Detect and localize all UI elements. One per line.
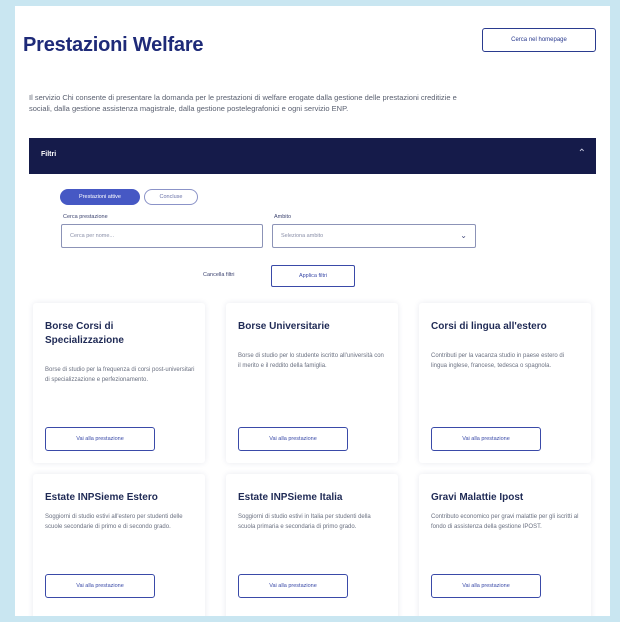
open-service-button[interactable]: Vai alla prestazione [45,427,155,451]
card-description: Contributo economico per gravi malattie … [431,514,579,530]
open-service-button[interactable]: Vai alla prestazione [431,574,541,598]
chevron-up-icon[interactable]: ⌃ [578,148,586,159]
card-title: Corsi di lingua all'estero [431,321,547,332]
card-description: Borse di studio per la frequenza di cors… [45,367,195,383]
service-card: Borse Corsi di Specializzazione Borse di… [33,303,205,463]
open-service-button[interactable]: Vai alla prestazione [238,574,348,598]
intro-text: Il servizio Chi consente di presentare l… [29,93,457,113]
open-service-button[interactable]: Vai alla prestazione [431,427,541,451]
card-description: Soggiorni di studio estivi all'estero pe… [45,514,183,530]
card-description: Borse di studio per lo studente iscritto… [238,353,384,369]
search-input[interactable]: Cerca per nome... [61,224,263,248]
card-description: Soggiorni di studio estivi in Italia per… [238,514,371,530]
service-card: Gravi Malattie Ipost Contributo economic… [419,474,591,616]
service-card: Borse Universitarie Borse di studio per … [226,303,398,463]
card-title: Estate INPSieme Estero [45,492,158,503]
service-card: Estate INPSieme Italia Soggiorni di stud… [226,474,398,616]
card-title: Gravi Malattie Ipost [431,492,524,503]
card-title: Borse Universitarie [238,321,330,332]
scope-field-label: Ambito [274,214,292,220]
scope-select-value: Seleziona ambito [281,233,324,239]
filter-bar-label: Filtri [41,151,57,158]
card-title: Estate INPSieme Italia [238,492,343,503]
scope-select[interactable]: Seleziona ambito ⌄ [272,224,476,248]
filter-bar[interactable]: Filtri ⌃ [29,138,596,174]
clear-filters-link[interactable]: Cancella filtri [203,272,234,278]
open-service-button[interactable]: Vai alla prestazione [45,574,155,598]
search-placeholder: Cerca per nome... [70,233,115,239]
page: Prestazioni Welfare Cerca nel homepage I… [15,6,610,616]
card-title: Borse Corsi di Specializzazione [45,321,124,346]
service-card: Corsi di lingua all'estero Contributi pe… [419,303,591,463]
open-service-button[interactable]: Vai alla prestazione [238,427,348,451]
card-description: Contributi per la vacanza studio in paes… [431,353,565,369]
chevron-down-icon: ⌄ [460,231,467,240]
page-title: Prestazioni Welfare [23,34,204,56]
page-header: Prestazioni Welfare Cerca nel homepage [15,28,610,68]
tab-active-services[interactable]: Prestazioni attive [60,189,140,205]
tab-concluded[interactable]: Concluse [144,189,198,205]
apply-filters-button[interactable]: Applica filtri [271,265,355,287]
tab-group: Prestazioni attive Concluse [60,189,198,205]
search-homepage-button[interactable]: Cerca nel homepage [482,28,596,52]
search-field-label: Cerca prestazione [63,214,108,220]
service-card: Estate INPSieme Estero Soggiorni di stud… [33,474,205,616]
